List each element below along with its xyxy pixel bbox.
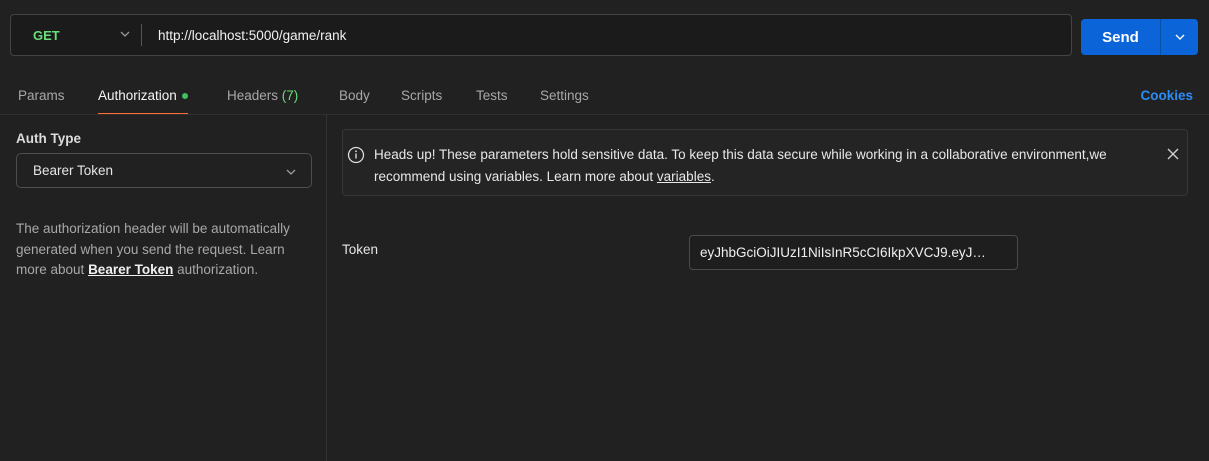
tab-label: Params — [18, 88, 65, 103]
token-value: eyJhbGciOiJIUzI1NiIsInR5cCI6IkpXVCJ9.eyJ… — [700, 245, 986, 260]
chevron-down-icon — [286, 169, 296, 175]
variables-link[interactable]: variables — [657, 169, 711, 184]
cookies-link[interactable]: Cookies — [1140, 88, 1193, 103]
panel-divider — [326, 115, 327, 461]
tab-label: Settings — [540, 88, 589, 103]
tab-headers[interactable]: Headers (7) — [227, 88, 298, 103]
chevron-down-icon — [1175, 34, 1184, 40]
close-icon[interactable] — [1166, 147, 1180, 161]
auth-type-label: Auth Type — [16, 131, 81, 146]
auth-type-select[interactable]: Bearer Token — [16, 153, 312, 188]
method-label: GET — [33, 27, 60, 43]
active-indicator-dot — [181, 93, 188, 100]
auth-description-tail: authorization. — [177, 262, 259, 277]
banner-message: Heads up! These parameters hold sensitiv… — [374, 147, 1107, 184]
tab-label: Scripts — [401, 88, 443, 103]
send-options-button[interactable] — [1161, 31, 1198, 43]
tab-body[interactable]: Body — [339, 88, 370, 103]
send-button[interactable]: Send — [1081, 19, 1198, 55]
chevron-down-icon — [120, 31, 130, 37]
info-icon — [347, 146, 365, 164]
tab-params[interactable]: Params — [18, 88, 65, 103]
tab-scripts[interactable]: Scripts — [401, 88, 442, 103]
send-label: Send — [1102, 28, 1139, 46]
token-input[interactable]: eyJhbGciOiJIUzI1NiIsInR5cCI6IkpXVCJ9.eyJ… — [689, 235, 1018, 270]
headers-count: (7) — [281, 88, 299, 103]
banner-tail: . — [710, 169, 715, 184]
tab-label: Headers — [227, 88, 279, 103]
request-tabs: Params Authorization Headers (7) Body Sc… — [0, 80, 1209, 115]
tabs-divider — [0, 114, 1209, 115]
token-label: Token — [342, 242, 379, 257]
tab-authorization[interactable]: Authorization — [98, 88, 188, 115]
method-select[interactable]: GET — [11, 15, 141, 55]
auth-description: The authorization header will be automat… — [16, 219, 316, 281]
tab-label: Authorization — [98, 88, 177, 103]
tab-settings[interactable]: Settings — [540, 88, 589, 103]
tab-label: Body — [339, 88, 370, 103]
sensitive-data-banner: Heads up! These parameters hold sensitiv… — [342, 129, 1188, 196]
bearer-token-link[interactable]: Bearer Token — [88, 262, 173, 277]
banner-text: Heads up! These parameters hold sensitiv… — [374, 144, 1134, 188]
tab-tests[interactable]: Tests — [476, 88, 508, 103]
tab-label: Tests — [476, 88, 508, 103]
url-input[interactable]: http://localhost:5000/game/rank — [142, 15, 1071, 55]
request-bar: GET http://localhost:5000/game/rank — [10, 14, 1072, 56]
auth-type-value: Bearer Token — [33, 163, 114, 178]
